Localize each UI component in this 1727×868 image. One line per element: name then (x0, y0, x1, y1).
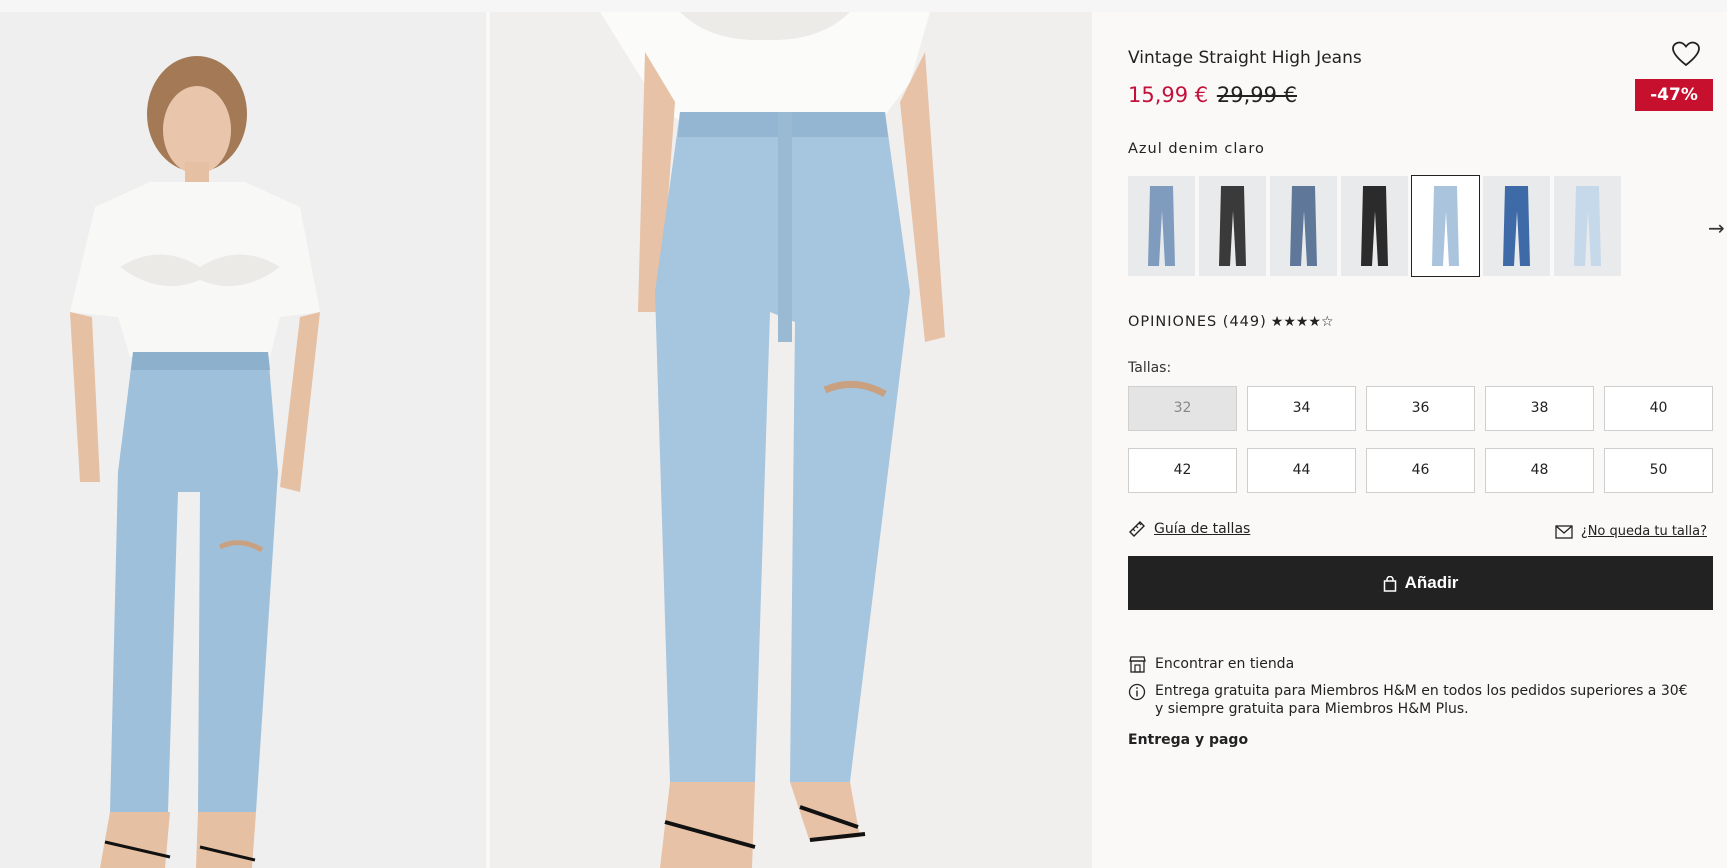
arrow-right-icon[interactable]: → (1708, 216, 1725, 240)
swatch-denim-blue[interactable] (1483, 176, 1550, 276)
info-icon (1128, 683, 1146, 701)
size-guide-link[interactable]: Guía de tallas (1128, 520, 1250, 538)
discount-badge: -47% (1635, 79, 1713, 111)
size-option[interactable]: 34 (1247, 386, 1356, 431)
reviews-link[interactable]: OPINIONES (449) ★★★★☆ (1128, 314, 1334, 330)
size-option[interactable]: 32 (1128, 386, 1237, 431)
add-to-bag-button[interactable]: Añadir (1128, 556, 1713, 610)
size-option[interactable]: 48 (1485, 448, 1594, 493)
size-option[interactable]: 50 (1604, 448, 1713, 493)
product-photo-full-body[interactable] (0, 12, 486, 868)
swatch-pale-blue[interactable] (1554, 176, 1621, 276)
size-not-available-link[interactable]: ¿No queda tu talla? (1555, 524, 1707, 539)
size-option[interactable]: 42 (1128, 448, 1237, 493)
add-button-label: Añadir (1404, 573, 1459, 592)
delivery-payment-link[interactable]: Entrega y pago (1128, 732, 1248, 748)
find-in-store-label: Encontrar en tienda (1155, 656, 1295, 672)
price-block: 15,99 € 29,99 € (1128, 83, 1297, 107)
wishlist-button[interactable] (1671, 40, 1701, 68)
find-in-store-link[interactable]: Encontrar en tienda (1128, 655, 1294, 673)
sale-price: 15,99 € (1128, 83, 1209, 107)
no-fit-label: ¿No queda tu talla? (1580, 524, 1707, 539)
swatch-light-blue-selected[interactable] (1411, 175, 1480, 277)
size-option[interactable]: 46 (1366, 448, 1475, 493)
product-gallery (0, 12, 1092, 868)
product-photo-detail[interactable] (490, 12, 1092, 868)
size-option[interactable]: 44 (1247, 448, 1356, 493)
product-panel: Vintage Straight High Jeans 15,99 € 29,9… (1128, 0, 1725, 868)
swatch-blue-mid[interactable] (1128, 176, 1195, 276)
color-name: Azul denim claro (1128, 141, 1265, 157)
swatch-blue-dark-gray[interactable] (1270, 176, 1337, 276)
swatch-black-washed[interactable] (1199, 176, 1266, 276)
store-icon (1129, 656, 1146, 673)
free-delivery-text: Entrega gratuita para Miembros H&M en to… (1155, 683, 1688, 717)
size-option[interactable]: 38 (1485, 386, 1594, 431)
envelope-icon (1555, 524, 1573, 539)
rating-stars: ★★★★☆ (1270, 314, 1334, 330)
reviews-label: OPINIONES (449) (1128, 314, 1267, 330)
size-guide-label: Guía de tallas (1154, 521, 1251, 537)
heart-icon (1672, 41, 1700, 67)
original-price: 29,99 € (1216, 83, 1297, 107)
sizes-label: Tallas: (1128, 360, 1172, 376)
size-option[interactable]: 40 (1604, 386, 1713, 431)
ruler-icon (1129, 521, 1145, 537)
bag-icon (1383, 575, 1396, 592)
product-title: Vintage Straight High Jeans (1128, 48, 1362, 68)
swatch-black[interactable] (1341, 176, 1408, 276)
size-option[interactable]: 36 (1366, 386, 1475, 431)
